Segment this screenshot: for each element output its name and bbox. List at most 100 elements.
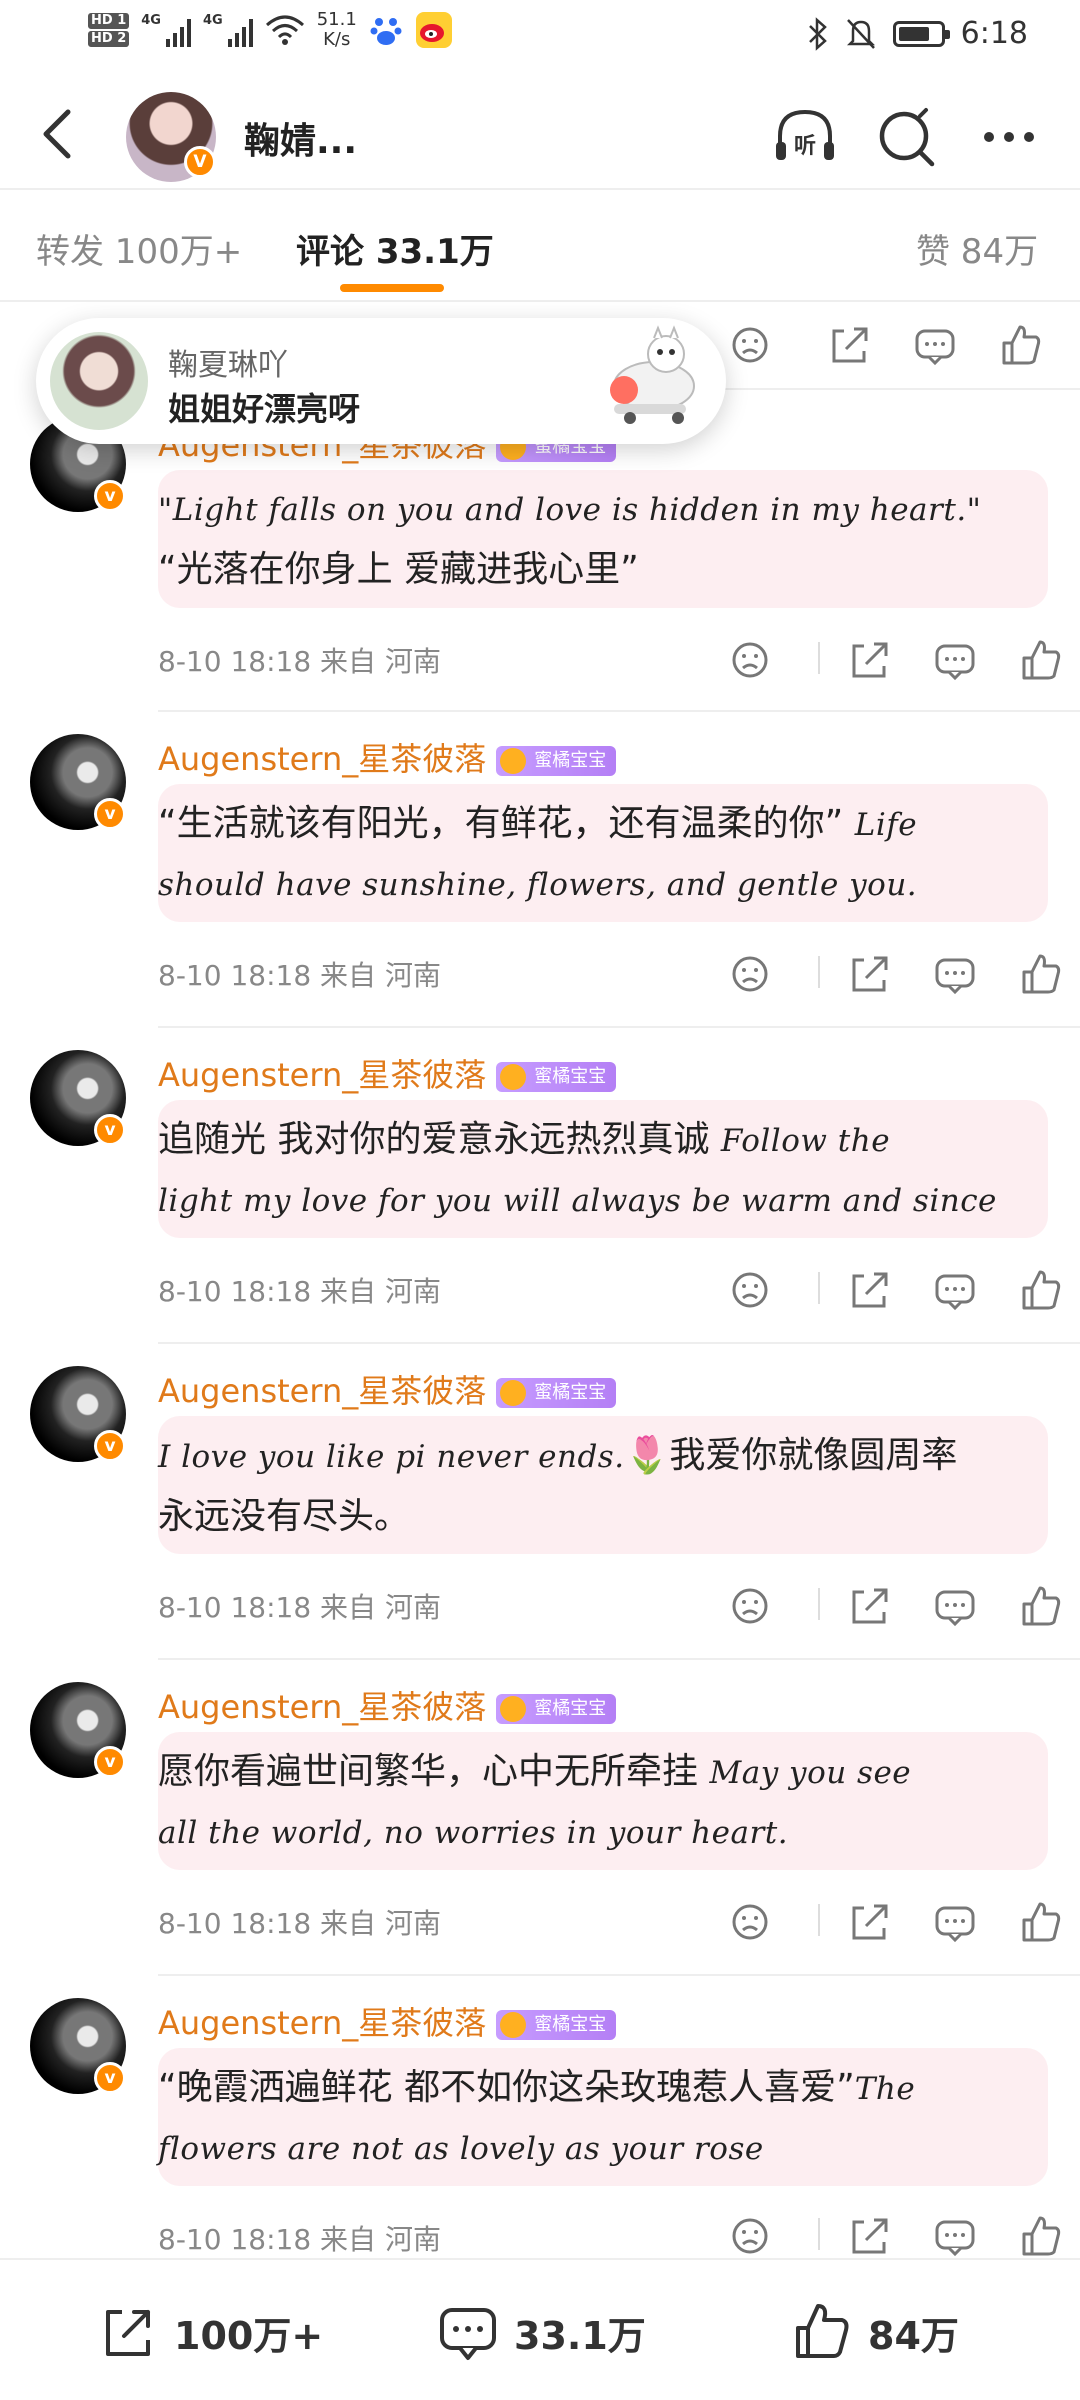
comment-text: “晚霞洒遍鲜花 都不如你这朵玫瑰惹人喜爱”The flowers are not… <box>158 2048 1048 2186</box>
dislike-icon[interactable] <box>720 315 780 375</box>
commenter-name[interactable]: Augenstern_星茶彼落 蜜橘宝宝 <box>158 734 617 780</box>
search-icon[interactable] <box>872 102 942 172</box>
verified-badge-icon: v <box>94 1746 126 1778</box>
listen-icon[interactable]: 听 <box>770 102 840 172</box>
like-count: 84万 <box>868 2313 959 2358</box>
battery-icon <box>892 20 950 47</box>
comment-text: 追随光 我对你的爱意永远热烈真诚 Follow the light my lov… <box>158 1100 1048 1238</box>
more-icon[interactable] <box>974 102 1044 172</box>
dislike-icon[interactable] <box>720 630 780 690</box>
repost-button[interactable]: 100万+ <box>96 2300 323 2364</box>
signal-1-icon: 4G <box>141 13 191 47</box>
share-icon[interactable] <box>820 315 880 375</box>
like-button[interactable]: 84万 <box>790 2300 959 2364</box>
share-icon[interactable] <box>840 630 900 690</box>
divider <box>158 1974 1080 1976</box>
like-icon[interactable] <box>1010 2206 1070 2266</box>
share-icon[interactable] <box>840 2206 900 2266</box>
tab-bar: 转发 100万+ 评论 33.1万 赞 84万 <box>0 192 1080 302</box>
hd-indicators: HD 1 HD 2 <box>88 13 130 47</box>
reply-icon[interactable] <box>925 1892 985 1952</box>
comment-text: "Light falls on you and love is hidden i… <box>158 470 1048 608</box>
comment-time: 8-10 18:18 <box>158 1275 312 1308</box>
comment-meta: 8-10 18:18 来自 河南 <box>158 1270 441 1310</box>
comment-item: v Augenstern_星茶彼落 蜜橘宝宝 "Light falls on yo… <box>0 400 1080 712</box>
comment-meta: 8-10 18:18 来自 河南 <box>158 1586 441 1626</box>
comment-item: v Augenstern_星茶彼落 蜜橘宝宝 “晚霞洒遍鲜花 都不如你这朵玫瑰惹人… <box>0 1978 1080 2258</box>
verified-badge-icon: V <box>184 146 216 178</box>
commenter-name[interactable]: Augenstern_星茶彼落 蜜橘宝宝 <box>158 1682 617 1728</box>
like-icon[interactable] <box>990 315 1050 375</box>
status-right: 6:18 <box>807 16 1028 51</box>
dislike-icon[interactable] <box>720 1576 780 1636</box>
share-icon[interactable] <box>840 1260 900 1320</box>
like-icon[interactable] <box>1010 630 1070 690</box>
comment-meta: 8-10 18:18 来自 河南 <box>158 954 441 994</box>
signal-2-icon: 4G <box>203 13 253 47</box>
verified-badge-icon: v <box>94 2062 126 2094</box>
commenter-name[interactable]: Augenstern_星茶彼落 蜜橘宝宝 <box>158 1998 617 2044</box>
comment-time: 8-10 18:18 <box>158 1591 312 1624</box>
active-tab-indicator <box>340 284 444 292</box>
comment-meta: 8-10 18:18 来自 河南 <box>158 640 441 680</box>
dislike-icon[interactable] <box>720 944 780 1004</box>
author-name[interactable]: 鞠婧... <box>244 112 357 164</box>
comment-time: 8-10 18:18 <box>158 959 312 992</box>
share-icon[interactable] <box>840 944 900 1004</box>
reply-icon[interactable] <box>925 944 985 1004</box>
like-icon[interactable] <box>1010 1260 1070 1320</box>
like-icon[interactable] <box>1010 944 1070 1004</box>
comment-actions <box>720 1260 1080 1320</box>
tulip-emoji: 🌷 <box>624 1435 670 1476</box>
comment-location: 来自 河南 <box>320 1907 441 1940</box>
comment-popup[interactable]: 鞠夏琳吖 姐姐好漂亮呀 <box>36 318 726 444</box>
commenter-name[interactable]: Augenstern_星茶彼落 蜜橘宝宝 <box>158 1050 617 1096</box>
comment-meta: 8-10 18:18 来自 河南 <box>158 2218 441 2258</box>
network-speed: 51.1 K/s <box>316 9 357 50</box>
repost-count: 100万+ <box>174 2313 324 2358</box>
separator <box>818 1272 820 1304</box>
comment-text: 愿你看遍世间繁华，心中无所牵挂 May you see all the worl… <box>158 1732 1048 1870</box>
dislike-icon[interactable] <box>720 2206 780 2266</box>
separator <box>818 642 820 674</box>
like-icon[interactable] <box>1010 1892 1070 1952</box>
comment-button[interactable]: 33.1万 <box>436 2300 646 2364</box>
repost-icon <box>106 2310 150 2356</box>
separator <box>818 956 820 988</box>
comment-actions <box>720 944 1080 1004</box>
dislike-icon[interactable] <box>720 1892 780 1952</box>
reply-icon[interactable] <box>925 1260 985 1320</box>
comment-time: 8-10 18:18 <box>158 2223 312 2256</box>
comment-item: v Augenstern_星茶彼落 蜜橘宝宝 追随光 我对你的爱意永远热烈真诚 F… <box>0 1030 1080 1344</box>
divider <box>158 1658 1080 1660</box>
reply-icon[interactable] <box>925 1576 985 1636</box>
verified-badge-icon: v <box>94 1114 126 1146</box>
comment-time: 8-10 18:18 <box>158 1907 312 1940</box>
comment-item: v Augenstern_星茶彼落 蜜橘宝宝 愿你看遍世间繁华，心中无所牵挂 Ma… <box>0 1662 1080 1976</box>
tab-likes[interactable]: 赞 84万 <box>916 224 1038 273</box>
reply-icon[interactable] <box>925 2206 985 2266</box>
thumbs-up-icon <box>796 2304 849 2358</box>
reply-icon[interactable] <box>925 630 985 690</box>
comment-actions <box>720 2206 1080 2266</box>
back-arrow-icon[interactable] <box>30 104 90 164</box>
reply-icon[interactable] <box>905 315 965 375</box>
hd1-badge: HD 1 <box>88 13 130 29</box>
tab-repost[interactable]: 转发 100万+ <box>36 224 242 273</box>
dislike-icon[interactable] <box>720 1260 780 1320</box>
comment-item: v Augenstern_星茶彼落 蜜橘宝宝 I love you like pi… <box>0 1346 1080 1660</box>
like-icon[interactable] <box>1010 1576 1070 1636</box>
baidu-app-icon <box>370 18 402 45</box>
comment-location: 来自 河南 <box>320 959 441 992</box>
comment-actions <box>720 1576 1080 1636</box>
separator <box>818 2218 820 2250</box>
popup-avatar <box>50 332 148 430</box>
comment-icon <box>440 2308 496 2360</box>
tab-comments[interactable]: 评论 33.1万 <box>296 224 494 273</box>
comment-location: 来自 河南 <box>320 2223 441 2256</box>
share-icon[interactable] <box>840 1576 900 1636</box>
verified-badge-icon: v <box>94 1430 126 1462</box>
separator <box>818 1588 820 1620</box>
commenter-name[interactable]: Augenstern_星茶彼落 蜜橘宝宝 <box>158 1366 617 1412</box>
share-icon[interactable] <box>840 1892 900 1952</box>
